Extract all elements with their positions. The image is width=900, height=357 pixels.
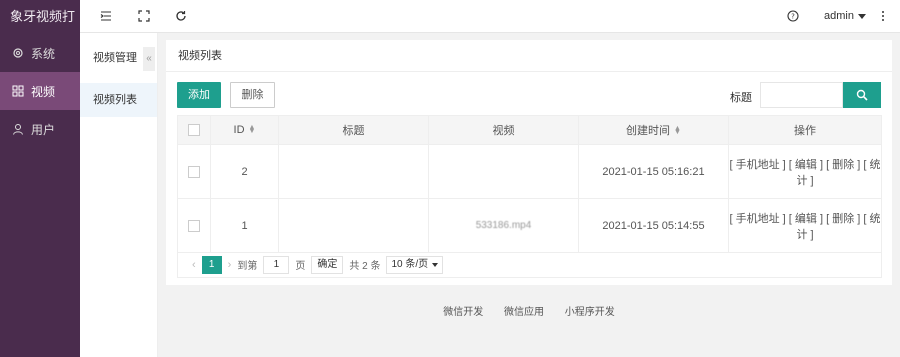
pagination: ‹ 1 › 到第 1 页 确定 共 2 条 10 条/页 — [177, 252, 882, 278]
svg-text:?: ? — [791, 13, 795, 21]
table-row: 1 533186.mp4 2021-01-15 05:14:55 [ 手机地址 … — [177, 198, 882, 253]
chevron-down-icon — [432, 262, 439, 267]
menu-toggle-icon[interactable] — [99, 9, 113, 23]
top-bar: ? admin — [80, 0, 900, 33]
more-vertical-icon[interactable] — [876, 9, 890, 23]
help-icon[interactable]: ? — [786, 9, 800, 23]
search-icon — [856, 89, 868, 101]
main-sidebar: 象牙视频打 系统 视频 用户 — [0, 0, 80, 357]
current-page[interactable]: 1 — [201, 255, 222, 274]
total-count: 共 2 条 — [349, 261, 381, 272]
fullscreen-icon[interactable] — [137, 9, 151, 23]
row-select-cell — [177, 144, 211, 199]
footer-link-wechat-app[interactable]: 微信应用 — [504, 307, 544, 318]
cell-actions[interactable]: [ 手机地址 ] [ 编辑 ] [ 删除 ] [ 统计 ] — [728, 144, 882, 199]
sub-navigation: 视频管理 « 视频列表 — [80, 33, 158, 357]
confirm-page-button[interactable]: 确定 — [311, 255, 344, 274]
subnav-item-video-list[interactable]: 视频列表 — [80, 83, 157, 117]
select-all-cell — [177, 115, 211, 145]
cell-created: 2021-01-15 05:14:55 — [578, 198, 729, 253]
video-path: 533186.mp4 — [475, 219, 532, 231]
user-menu[interactable]: admin — [824, 10, 866, 22]
prev-page-icon[interactable]: ‹ — [192, 259, 196, 271]
page-unit-label: 页 — [295, 261, 306, 272]
next-page-icon[interactable]: › — [228, 259, 232, 271]
cell-created: 2021-01-15 05:16:21 — [578, 144, 729, 199]
sidebar-item-label: 视频 — [31, 84, 56, 99]
cell-video: 533186.mp4 — [428, 198, 579, 253]
sidebar-item-user[interactable]: 用户 — [0, 110, 80, 148]
app-logo[interactable]: 象牙视频打 — [0, 0, 80, 33]
username: admin — [824, 10, 854, 22]
panel-title: 视频列表 — [166, 40, 892, 72]
video-table: ID ▲ ▼ 标题 视频 创建时间 ▲ ▼ 操作 2 2021-01-15 05:16:… — [177, 115, 882, 253]
goto-label: 到第 — [237, 261, 258, 272]
search-label: 标题 — [730, 92, 752, 104]
search-button[interactable] — [843, 82, 881, 108]
per-page-value: 10 条/页 — [391, 258, 429, 270]
add-button[interactable]: 添加 — [177, 82, 221, 108]
column-header-actions: 操作 — [728, 115, 882, 145]
delete-button[interactable]: 删除 — [230, 82, 275, 108]
table-row: 2 2021-01-15 05:16:21 [ 手机地址 ] [ 编辑 ] [ … — [177, 144, 882, 199]
column-header-created[interactable]: 创建时间 ▲ ▼ — [578, 115, 729, 145]
cell-id: 1 — [210, 198, 279, 253]
select-all-checkbox[interactable] — [188, 124, 200, 137]
sort-icon: ▲ ▼ — [248, 124, 256, 136]
row-select-cell — [177, 198, 211, 253]
per-page-select[interactable]: 10 条/页 — [386, 255, 444, 274]
column-header-id[interactable]: ID ▲ ▼ — [210, 115, 279, 145]
table-header-row: ID ▲ ▼ 标题 视频 创建时间 ▲ ▼ 操作 — [177, 115, 882, 145]
sidebar-item-label: 系统 — [31, 46, 56, 61]
gear-icon — [11, 46, 25, 60]
search-input[interactable] — [760, 82, 843, 108]
collapse-arrow-icon[interactable]: « — [143, 47, 155, 71]
page-input[interactable]: 1 — [263, 255, 290, 274]
column-header-title: 标题 — [278, 115, 429, 145]
content-panel: 视频列表 添加 删除 标题 ID ▲ ▼ 标题 视频 创建时间 ▲ ▼ 操作 2 202… — [166, 40, 892, 285]
footer: 微信开发 微信应用 小程序开发 — [158, 303, 900, 318]
row-checkbox[interactable] — [188, 165, 200, 178]
user-icon — [11, 122, 25, 136]
cell-actions[interactable]: [ 手机地址 ] [ 编辑 ] [ 删除 ] [ 统计 ] — [728, 198, 882, 253]
footer-link-wechat-dev[interactable]: 微信开发 — [443, 307, 483, 318]
sidebar-item-system[interactable]: 系统 — [0, 34, 80, 72]
cell-id: 2 — [210, 144, 279, 199]
column-header-video: 视频 — [428, 115, 579, 145]
cell-title — [278, 198, 429, 253]
cell-video — [428, 144, 579, 199]
row-checkbox[interactable] — [188, 219, 200, 232]
grid-icon — [11, 84, 25, 98]
refresh-icon[interactable] — [174, 9, 188, 23]
footer-link-miniprogram-dev[interactable]: 小程序开发 — [565, 307, 615, 318]
cell-title — [278, 144, 429, 199]
sidebar-item-label: 用户 — [31, 122, 56, 137]
chevron-down-icon — [857, 13, 866, 19]
sort-icon: ▲ ▼ — [674, 125, 681, 137]
sidebar-item-video[interactable]: 视频 — [0, 72, 80, 110]
